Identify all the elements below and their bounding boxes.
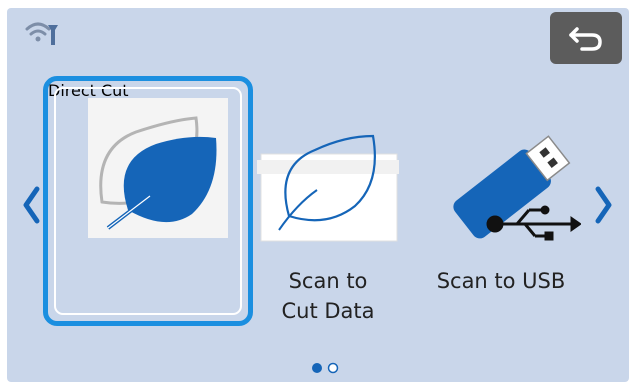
pagination-dots (312, 362, 339, 374)
page-dot-active (312, 363, 322, 373)
leaf-scan-icon (257, 134, 399, 242)
screen: Direct Cut Scan to Cut Data Scan to USB (0, 0, 638, 385)
scan-to-cut-data-item[interactable]: Scan to Cut Data (257, 118, 399, 328)
leaf-direct-cut-icon (88, 98, 228, 238)
chevron-left-icon[interactable] (21, 185, 43, 225)
usb-drive-icon (453, 135, 581, 241)
direct-cut-item[interactable]: Direct Cut (43, 76, 253, 326)
chevron-right-icon[interactable] (592, 185, 614, 225)
scan-to-usb-item[interactable]: Scan to USB (421, 116, 581, 306)
wifi-settings-icon (25, 22, 58, 45)
main-panel: Direct Cut Scan to Cut Data Scan to USB (7, 8, 629, 382)
scan-to-cut-data-label: Scan to Cut Data (281, 269, 375, 323)
scan-to-usb-label: Scan to USB (436, 269, 566, 293)
back-button[interactable] (550, 12, 622, 64)
page-dot-inactive (327, 362, 339, 374)
back-arrow-icon (569, 27, 602, 51)
